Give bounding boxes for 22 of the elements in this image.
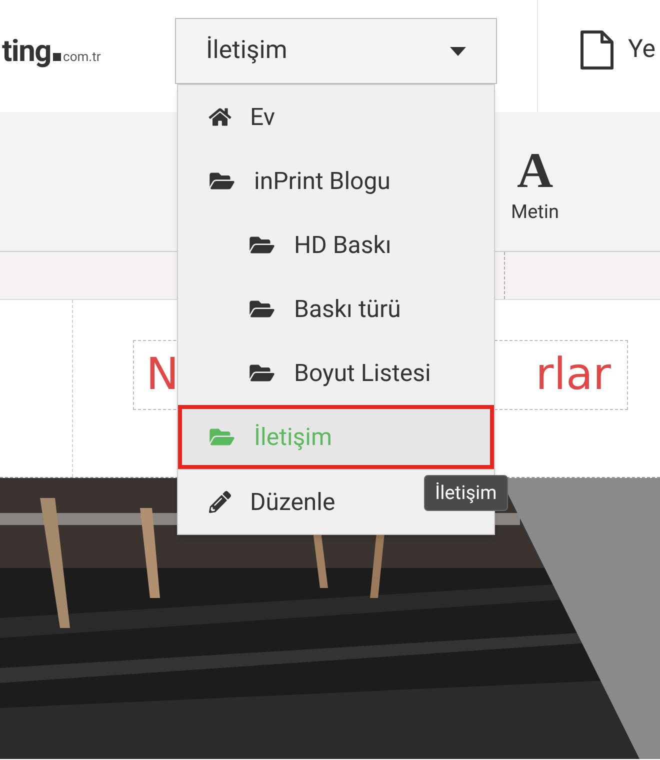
menu-item[interactable]: Baskı türü	[178, 277, 494, 341]
heading-text: N	[146, 353, 179, 397]
page-dropdown[interactable]: İletişim	[175, 18, 497, 84]
menu-item[interactable]: HD Baskı	[178, 213, 494, 277]
logo-domain: com.tr	[63, 51, 101, 64]
folder-icon	[208, 170, 236, 192]
menu-item[interactable]: Ev	[178, 85, 494, 149]
menu-item[interactable]: inPrint Blogu	[178, 149, 494, 213]
text-tool-button[interactable]: A Metin	[500, 142, 570, 222]
heading-text: rlar	[536, 353, 611, 397]
tooltip: İletişim	[424, 475, 508, 511]
folder-icon	[248, 362, 276, 384]
document-icon	[580, 30, 614, 70]
logo-text: ting	[2, 37, 52, 67]
caret-icon	[450, 46, 466, 56]
pencil-icon	[208, 491, 232, 513]
home-icon	[208, 107, 232, 127]
folder-icon	[248, 298, 276, 320]
folder-icon	[208, 426, 236, 448]
menu-item[interactable]: Boyut Listesi	[178, 341, 494, 405]
folder-icon	[248, 234, 276, 256]
new-page-button[interactable]: Ye	[580, 30, 656, 70]
